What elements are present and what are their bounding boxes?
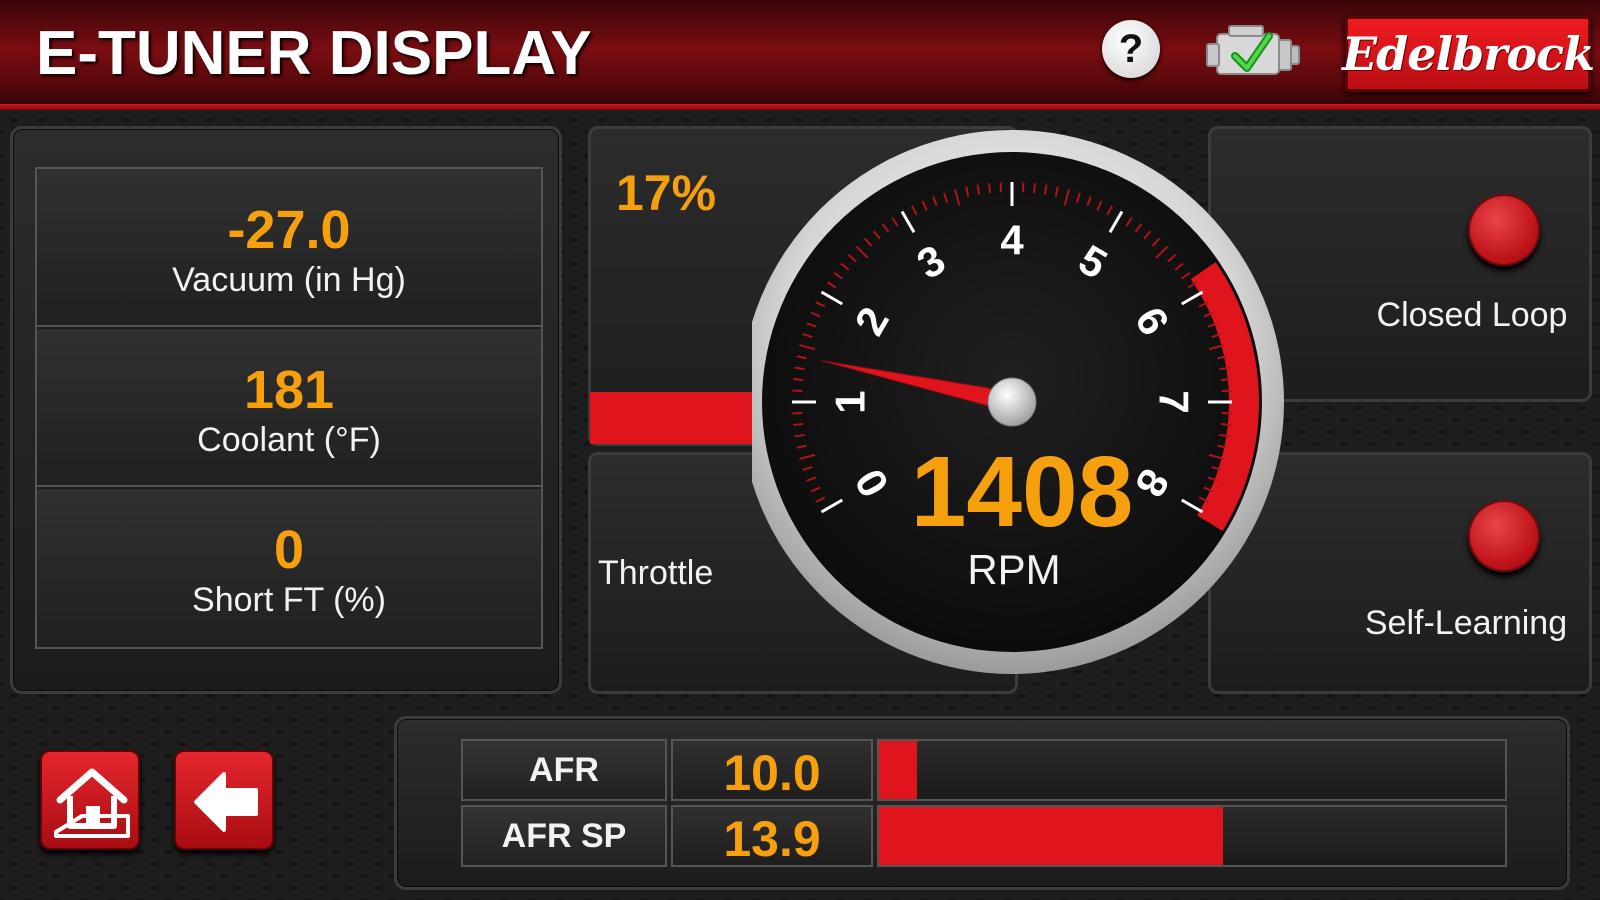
coolant-value: 181 — [243, 360, 335, 420]
engine-check-icon[interactable] — [1205, 22, 1301, 86]
app-title: E-TUNER DISPLAY — [36, 19, 592, 88]
tach-tick — [988, 183, 992, 194]
closed-loop-label: Closed Loop — [1376, 296, 1568, 334]
short-ft-label: Short FT (%) — [192, 581, 386, 619]
vacuum-value: -27.0 — [227, 200, 351, 260]
afr-bar-fill — [879, 741, 917, 799]
afr-bar — [877, 739, 1507, 801]
tachometer: 0123 4 5678 1408 RPM — [752, 130, 1284, 674]
afr-sp-bar — [877, 805, 1507, 867]
home-icon — [54, 768, 130, 838]
tach-tick — [1221, 411, 1232, 415]
brand-logo-text: Edelbrock — [1342, 27, 1595, 81]
vacuum-readout: -27.0 Vacuum (in Hg) — [37, 169, 541, 327]
tach-tick — [1032, 183, 1036, 194]
short-ft-readout: 0 Short FT (%) — [37, 489, 541, 647]
afr-panel: AFR 10.0 AFR SP 13.9 — [394, 716, 1570, 890]
self-learning-indicator — [1468, 500, 1540, 572]
help-button[interactable]: ? — [1102, 20, 1160, 78]
tach-tick — [1220, 422, 1231, 426]
tach-tick — [792, 389, 803, 393]
tach-tick — [792, 411, 803, 415]
tach-tick — [1220, 378, 1231, 382]
afr-name: AFR — [461, 739, 667, 801]
sensor-readouts-list: -27.0 Vacuum (in Hg) 181 Coolant (°F) 0 … — [35, 167, 543, 649]
self-learning-label: Self-Learning — [1364, 604, 1568, 642]
afr-sp-bar-fill — [879, 807, 1224, 865]
rpm-label: RPM — [967, 546, 1060, 593]
coolant-readout: 181 Coolant (°F) — [37, 329, 541, 487]
tach-tick-label: 7 — [1151, 390, 1198, 413]
throttle-label: Throttle — [598, 554, 714, 592]
rpm-value: 1408 — [911, 436, 1133, 548]
tach-hub — [987, 377, 1037, 427]
tach-tick — [1221, 389, 1232, 393]
throttle-percent: 17% — [616, 165, 717, 221]
afr-sp-value: 13.9 — [671, 805, 873, 867]
coolant-label: Coolant (°F) — [197, 421, 381, 459]
back-arrow-icon — [194, 772, 258, 832]
tach-tick — [1021, 182, 1025, 193]
sensor-readouts-panel: -27.0 Vacuum (in Hg) 181 Coolant (°F) 0 … — [10, 126, 562, 694]
afr-table: AFR 10.0 AFR SP 13.9 — [461, 739, 1507, 867]
tach-tick — [999, 182, 1003, 193]
closed-loop-indicator — [1468, 194, 1540, 266]
brand-logo: Edelbrock — [1342, 16, 1595, 92]
vacuum-label: Vacuum (in Hg) — [172, 261, 406, 299]
afr-row: AFR 10.0 — [461, 739, 1507, 801]
tach-tick — [793, 422, 804, 426]
short-ft-value: 0 — [273, 520, 305, 580]
tach-tick — [793, 378, 804, 382]
home-button[interactable] — [40, 750, 140, 850]
afr-sp-row: AFR SP 13.9 — [461, 805, 1507, 867]
app-header: E-TUNER DISPLAY ? Edelbrock — [0, 0, 1600, 110]
tach-tick-label: 4 — [1000, 217, 1024, 264]
afr-sp-name: AFR SP — [461, 805, 667, 867]
afr-value: 10.0 — [671, 739, 873, 801]
back-button[interactable] — [174, 750, 274, 850]
tach-tick-label: 1 — [827, 390, 874, 413]
